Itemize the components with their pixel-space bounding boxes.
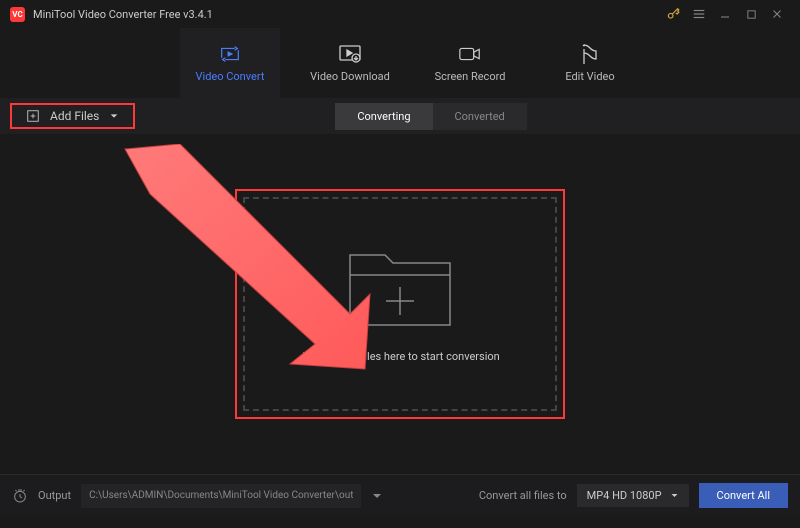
drop-zone-message: Add or Drag files here to start conversi…	[300, 350, 499, 363]
drop-zone[interactable]: Add or Drag files here to start conversi…	[235, 189, 565, 419]
chevron-down-icon[interactable]	[371, 490, 383, 502]
tab-label: Edit Video	[565, 70, 614, 83]
tab-video-download[interactable]: Video Download	[300, 28, 400, 98]
clock-icon[interactable]	[12, 488, 28, 504]
add-files-label: Add Files	[50, 109, 99, 123]
app-title: MiniTool Video Converter Free v3.4.1	[33, 8, 660, 21]
format-select[interactable]: MP4 HD 1080P	[577, 484, 689, 507]
maximize-button[interactable]	[738, 1, 764, 27]
annotation-add-files-highlight: Add Files	[10, 103, 135, 129]
convert-all-button[interactable]: Convert All	[699, 483, 788, 508]
convert-all-to-label: Convert all files to	[479, 489, 567, 502]
convert-icon	[218, 44, 242, 64]
chevron-down-icon	[670, 491, 679, 500]
main-area: Add or Drag files here to start conversi…	[0, 134, 800, 474]
tab-edit-video[interactable]: Edit Video	[540, 28, 640, 98]
add-file-icon	[26, 109, 40, 123]
close-button[interactable]	[764, 1, 790, 27]
nav-tabs: Video Convert Video Download Screen Reco…	[0, 28, 800, 98]
menu-icon[interactable]	[686, 1, 712, 27]
title-bar: VC MiniTool Video Converter Free v3.4.1	[0, 0, 800, 28]
tab-screen-record[interactable]: Screen Record	[420, 28, 520, 98]
subtab-converted[interactable]: Converted	[433, 103, 527, 130]
format-value: MP4 HD 1080P	[587, 489, 662, 502]
sub-tabs: Converting Converted	[335, 103, 526, 130]
output-path-field[interactable]	[81, 484, 361, 508]
app-logo: VC	[10, 7, 25, 22]
tab-video-convert[interactable]: Video Convert	[180, 28, 280, 98]
record-icon	[458, 44, 482, 64]
edit-icon	[578, 44, 602, 64]
download-icon	[338, 44, 362, 64]
add-files-button[interactable]: Add Files	[14, 105, 131, 127]
tab-label: Screen Record	[435, 70, 506, 83]
footer-bar: Output Convert all files to MP4 HD 1080P…	[0, 474, 800, 516]
tab-label: Video Download	[310, 70, 390, 83]
control-bar: Add Files Converting Converted	[0, 98, 800, 134]
chevron-down-icon	[109, 111, 119, 121]
folder-plus-icon	[345, 245, 455, 330]
key-icon[interactable]	[660, 1, 686, 27]
tab-label: Video Convert	[196, 70, 265, 83]
output-label: Output	[38, 489, 71, 502]
subtab-converting[interactable]: Converting	[335, 103, 432, 130]
minimize-button[interactable]	[712, 1, 738, 27]
